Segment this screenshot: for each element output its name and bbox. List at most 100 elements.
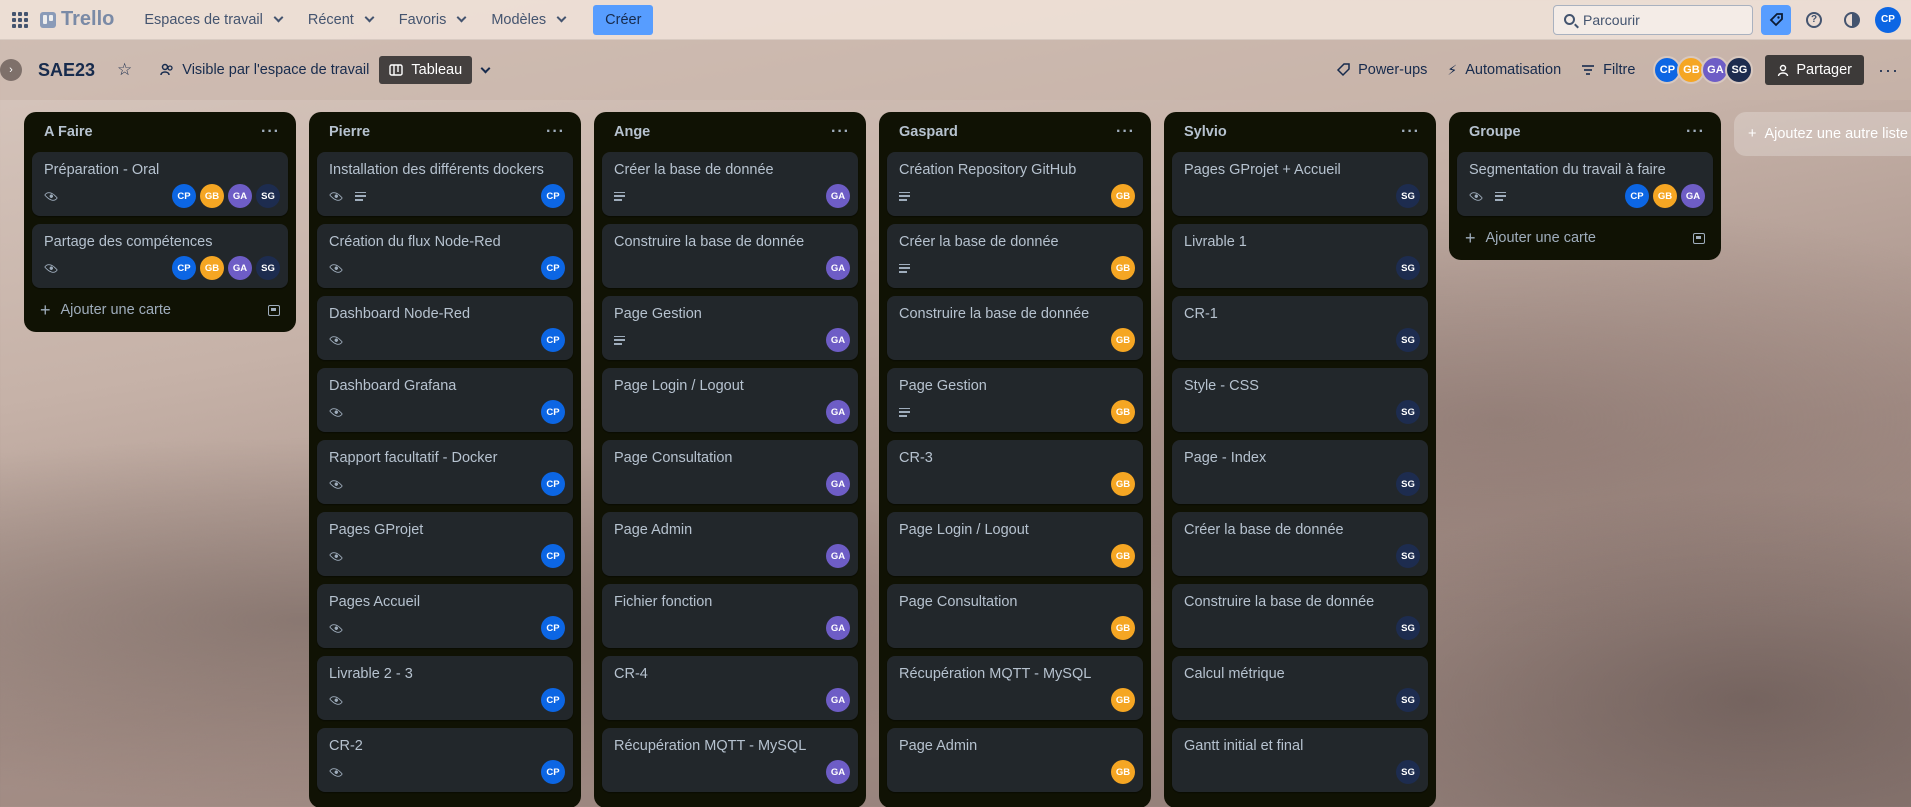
card[interactable]: Calcul métrique SG [1172,656,1428,720]
filter-button[interactable]: Filtre [1571,56,1645,84]
trello-logo[interactable]: Trello [40,8,114,31]
member-avatar[interactable]: GA [228,184,252,208]
card[interactable]: Préparation - Oral CP GB GA SG [32,152,288,216]
list-title[interactable]: A Faire [44,124,93,140]
member-avatar[interactable]: CP [541,760,565,784]
member-avatar[interactable]: CP [541,184,565,208]
member-avatar[interactable]: GA [826,184,850,208]
card[interactable]: Dashboard Grafana CP [317,368,573,432]
card[interactable]: Page Admin GB [887,728,1143,792]
member-avatar[interactable]: SG [1725,56,1754,84]
card[interactable]: CR-1 SG [1172,296,1428,360]
card[interactable]: Livrable 1 SG [1172,224,1428,288]
member-avatar[interactable]: GA [826,472,850,496]
more-options-icon[interactable]: ··· [1116,123,1135,141]
member-avatar[interactable]: GA [826,328,850,352]
list-title[interactable]: Sylvio [1184,124,1227,140]
member-avatar[interactable]: GB [1111,400,1135,424]
card[interactable]: Page Gestion GA [602,296,858,360]
member-avatar[interactable]: GB [1111,616,1135,640]
card[interactable]: Construire la base de donnée GB [887,296,1143,360]
card[interactable]: Fichier fonction GA [602,584,858,648]
member-avatar[interactable]: GB [200,184,224,208]
menu-workspaces[interactable]: Espaces de travail [134,6,297,34]
member-avatar[interactable]: CP [1625,184,1649,208]
member-avatar[interactable]: SG [1396,616,1420,640]
card[interactable]: Récupération MQTT - MySQL GA [602,728,858,792]
app-switcher-icon[interactable] [10,10,30,30]
member-avatar[interactable]: GA [826,688,850,712]
search-input[interactable]: Parcourir [1553,4,1753,35]
notifications-button[interactable] [1761,4,1791,35]
card[interactable]: Page Admin GA [602,512,858,576]
member-avatar[interactable]: GB [1111,688,1135,712]
card[interactable]: Page Login / Logout GB [887,512,1143,576]
card[interactable]: Construire la base de donnée GA [602,224,858,288]
card[interactable]: Rapport facultatif - Docker CP [317,440,573,504]
member-avatar[interactable]: GB [1111,544,1135,568]
more-options-icon[interactable]: ··· [1878,60,1899,81]
list-title[interactable]: Pierre [329,124,370,140]
member-avatar[interactable]: SG [1396,760,1420,784]
card[interactable]: Segmentation du travail à faire CP GB GA [1457,152,1713,216]
card[interactable]: Créer la base de donnée GA [602,152,858,216]
member-avatar[interactable]: CP [541,328,565,352]
add-card-button[interactable]: + Ajouter une carte [1457,224,1713,252]
card[interactable]: Dashboard Node-Red CP [317,296,573,360]
add-card-button[interactable]: + Ajouter une carte [32,296,288,324]
member-avatar[interactable]: SG [1396,184,1420,208]
member-avatar[interactable]: GB [200,256,224,280]
share-button[interactable]: Partager [1765,55,1865,85]
help-button[interactable]: ? [1799,5,1829,35]
card[interactable]: Livrable 2 - 3 CP [317,656,573,720]
member-avatar[interactable]: CP [172,256,196,280]
member-avatar[interactable]: GA [826,400,850,424]
board-title[interactable]: SAE23 [38,60,95,81]
powerups-button[interactable]: Power-ups [1326,56,1437,84]
menu-templates[interactable]: Modèles [481,6,581,34]
more-options-icon[interactable]: ··· [831,123,850,141]
member-avatar[interactable]: GA [826,760,850,784]
view-board-button[interactable]: Tableau [379,56,473,84]
more-options-icon[interactable]: ··· [261,123,280,141]
visibility-button[interactable]: Visible par l'espace de travail [150,56,379,84]
member-avatar[interactable]: CP [541,400,565,424]
card[interactable]: CR-2 CP [317,728,573,792]
member-avatar[interactable]: SG [1396,544,1420,568]
member-avatar[interactable]: CP [172,184,196,208]
more-options-icon[interactable]: ··· [546,123,565,141]
member-avatar[interactable]: GB [1653,184,1677,208]
star-icon[interactable]: ☆ [117,60,132,80]
member-avatar[interactable]: CP [541,616,565,640]
card[interactable]: CR-3 GB [887,440,1143,504]
create-button[interactable]: Créer [593,4,654,35]
card-template-icon[interactable] [1693,232,1705,244]
card[interactable]: CR-4 GA [602,656,858,720]
card[interactable]: Récupération MQTT - MySQL GB [887,656,1143,720]
member-avatar[interactable]: SG [256,256,280,280]
card[interactable]: Création du flux Node-Red CP [317,224,573,288]
member-avatar[interactable]: CP [541,688,565,712]
member-avatar[interactable]: GB [1111,184,1135,208]
card[interactable]: Pages GProjet + Accueil SG [1172,152,1428,216]
list-title[interactable]: Gaspard [899,124,958,140]
card[interactable]: Page Consultation GB [887,584,1143,648]
menu-recent[interactable]: Récent [298,6,389,34]
card-template-icon[interactable] [268,304,280,316]
member-avatar[interactable]: GA [826,256,850,280]
card[interactable]: Créer la base de donnée GB [887,224,1143,288]
member-avatar[interactable]: CP [541,544,565,568]
list-title[interactable]: Ange [614,124,650,140]
member-avatar[interactable]: GA [228,256,252,280]
card[interactable]: Style - CSS SG [1172,368,1428,432]
more-options-icon[interactable]: ··· [1401,123,1420,141]
member-avatar[interactable]: SG [1396,688,1420,712]
member-avatar[interactable]: SG [256,184,280,208]
member-avatar[interactable]: GA [826,616,850,640]
card[interactable]: Partage des compétences CP GB GA SG [32,224,288,288]
theme-toggle-button[interactable] [1837,5,1867,35]
member-avatar[interactable]: GA [1681,184,1705,208]
card[interactable]: Pages GProjet CP [317,512,573,576]
card[interactable]: Page Login / Logout GA [602,368,858,432]
member-avatar[interactable]: GA [826,544,850,568]
